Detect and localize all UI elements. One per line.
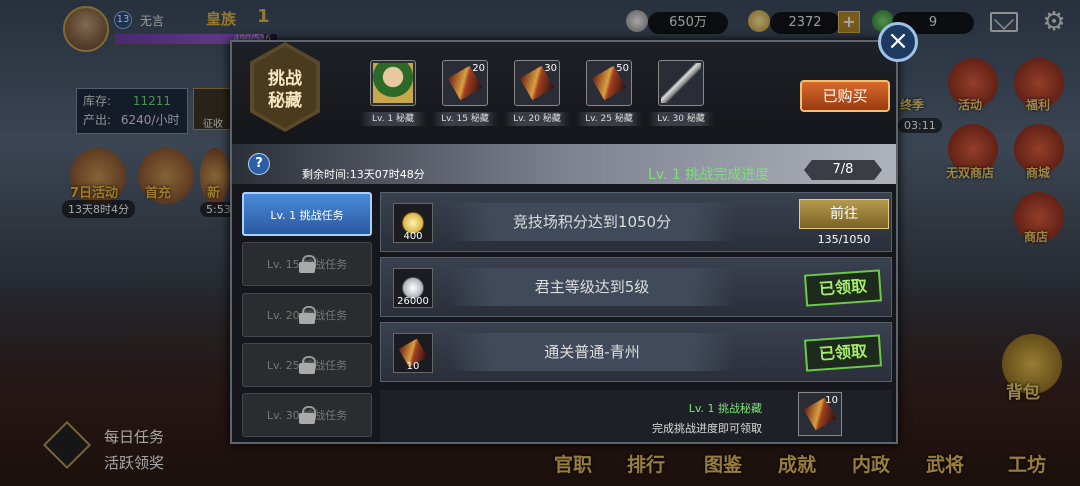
challenge-treasure-emblem: 挑战 秘藏 [250, 42, 320, 132]
reward-lv15[interactable]: 20 [442, 60, 488, 106]
task-row: 400 竞技场积分达到1050分 前往 135/1050 [380, 192, 892, 252]
footer-reward[interactable]: 10 [798, 392, 842, 436]
footer-description: 完成挑战进度即可领取 [652, 422, 762, 435]
goto-button[interactable]: 前往 [799, 199, 889, 229]
task-description: 通关普通-青州 [449, 333, 735, 371]
reward-count: 50 [616, 63, 629, 74]
tab-lv15-challenge[interactable]: Lv. 15 挑战任务 [242, 242, 372, 286]
task-row: 10 通关普通-青州 已领取 [380, 322, 892, 382]
reward-count: 20 [472, 63, 485, 74]
lock-icon [299, 406, 316, 424]
task-reward-amount: 10 [406, 361, 420, 372]
reward-label-lv15: Lv. 15 秘藏 [432, 112, 498, 126]
lock-icon [299, 306, 316, 324]
progress-bar: ? 剩余时间:13天07时48分 Lv. 1 挑战完成进度 7/8 [232, 144, 896, 184]
dialog-footer: Lv. 1 挑战秘藏 完成挑战进度即可领取 10 [380, 390, 892, 442]
reward-count: 30 [544, 63, 557, 74]
reward-lv25[interactable]: 50 [586, 60, 632, 106]
progress-title: Lv. 1 挑战完成进度 [648, 167, 770, 183]
progress-count: 7/8 [804, 160, 882, 180]
close-button[interactable]: × [878, 22, 918, 62]
tab-lv20-challenge[interactable]: Lv. 20 挑战任务 [242, 293, 372, 337]
claimed-stamp: 已领取 [803, 269, 883, 307]
reward-lv30[interactable] [658, 60, 704, 106]
task-reward-amount: 26000 [397, 296, 429, 307]
footer-reward-count: 10 [825, 395, 838, 406]
tab-lv30-challenge[interactable]: Lv. 30 挑战任务 [242, 393, 372, 437]
task-description: 竞技场积分达到1050分 [449, 203, 735, 241]
task-reward: 26000 [393, 268, 433, 308]
task-reward-amount: 400 [403, 231, 423, 242]
reward-label-lv20: Lv. 20 秘藏 [504, 112, 570, 126]
task-reward: 400 [393, 203, 433, 243]
task-reward: 10 [393, 333, 433, 373]
reward-label-lv30: Lv. 30 秘藏 [648, 112, 714, 126]
dialog-header: 挑战 秘藏 Lv. 1 秘藏 20 Lv. 15 秘藏 30 Lv. 20 秘藏… [232, 42, 896, 142]
footer-title: Lv. 1 挑战秘藏 [688, 402, 762, 415]
challenge-treasure-dialog: 挑战 秘藏 Lv. 1 秘藏 20 Lv. 15 秘藏 30 Lv. 20 秘藏… [230, 40, 898, 444]
reward-label-lv1: Lv. 1 秘藏 [360, 112, 426, 126]
reward-label-lv25: Lv. 25 秘藏 [576, 112, 642, 126]
tab-lv25-challenge[interactable]: Lv. 25 挑战任务 [242, 343, 372, 387]
remaining-time: 剩余时间:13天07时48分 [302, 168, 425, 181]
reward-lv1[interactable] [370, 60, 416, 106]
claimed-stamp: 已领取 [803, 334, 883, 372]
task-row: 26000 君主等级达到5级 已领取 [380, 257, 892, 317]
lock-icon [299, 255, 316, 273]
reward-lv20[interactable]: 30 [514, 60, 560, 106]
task-progress: 135/1050 [817, 233, 871, 246]
task-description: 君主等级达到5级 [449, 268, 735, 306]
emblem-line-2: 秘藏 [268, 91, 302, 111]
hero-portrait-icon [373, 63, 413, 103]
lock-icon [299, 356, 316, 374]
purchased-button[interactable]: 已购买 [800, 80, 890, 112]
help-icon[interactable]: ? [248, 153, 270, 175]
tab-lv1-challenge[interactable]: Lv. 1 挑战任务 [242, 192, 372, 236]
spear-weapon-icon [661, 63, 701, 103]
